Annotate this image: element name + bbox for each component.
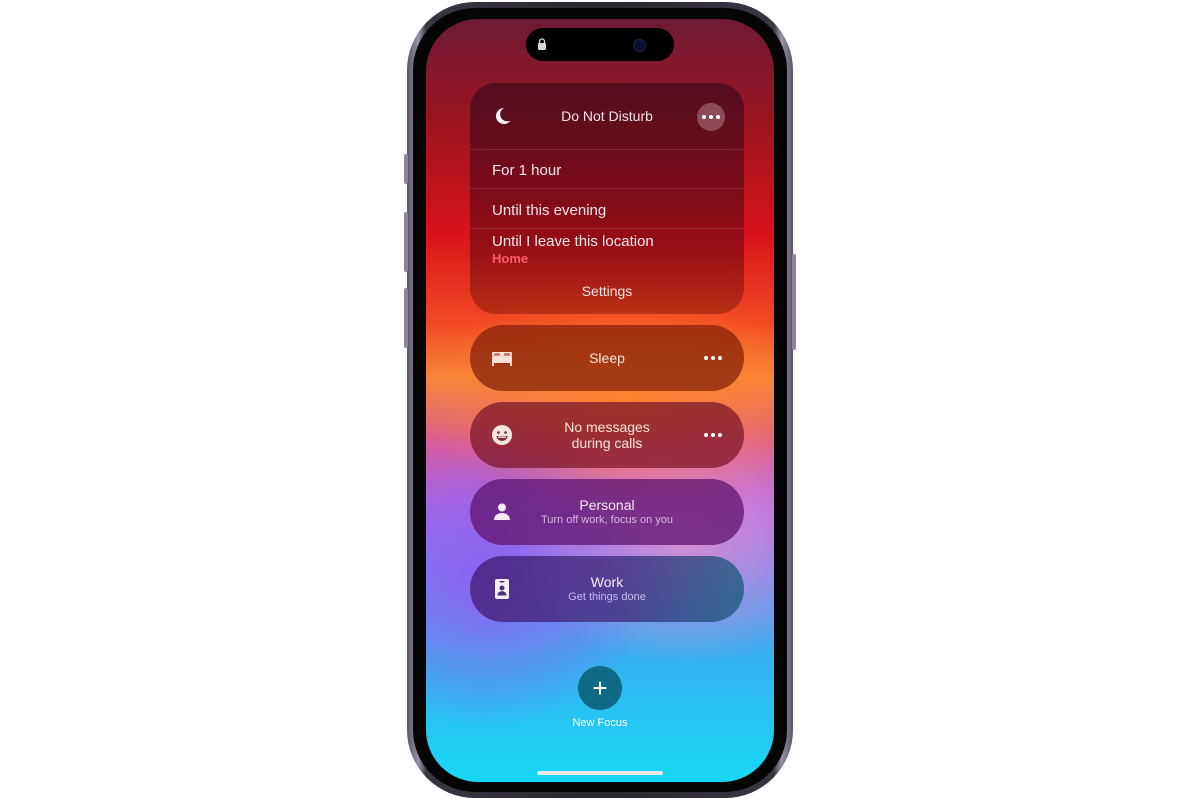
ellipsis-icon (702, 426, 724, 444)
id-badge-icon (495, 579, 509, 599)
option-label: Until this evening (492, 202, 607, 219)
volume-down-button (404, 288, 408, 348)
dnd-more-button[interactable] (697, 103, 725, 131)
phone-frame: Do Not Disturb For 1 hour Until this eve… (404, 2, 796, 798)
dynamic-island (526, 28, 674, 61)
home-indicator[interactable] (537, 771, 663, 775)
option-label: For 1 hour (492, 162, 562, 179)
lock-icon (538, 38, 546, 50)
plus-icon: + (592, 672, 608, 703)
location-name: Home (492, 251, 529, 266)
focus-title: Sleep (589, 350, 625, 366)
screen: Do Not Disturb For 1 hour Until this eve… (426, 19, 774, 782)
person-icon (494, 503, 510, 520)
action-button (404, 154, 408, 184)
focus-personal[interactable]: Personal Turn off work, focus on you (470, 479, 744, 545)
focus-label: No messages during calls (530, 402, 684, 468)
dnd-option-evening[interactable]: Until this evening (470, 188, 744, 229)
side-button (792, 254, 796, 350)
focus-title: Personal (579, 497, 635, 513)
focus-title-line2: during calls (571, 435, 643, 451)
new-focus-label: New Focus (572, 717, 628, 729)
volume-up-button (404, 212, 408, 272)
focus-no-messages-during-calls[interactable]: No messages during calls (470, 402, 744, 468)
sleep-more-button[interactable] (702, 349, 724, 367)
option-label: Until I leave this location (492, 233, 654, 250)
ellipsis-icon (702, 349, 724, 367)
front-camera (633, 39, 646, 52)
dnd-option-location[interactable]: Until I leave this location Home (470, 228, 744, 269)
dnd-header[interactable]: Do Not Disturb (470, 83, 744, 149)
focus-label: Sleep (530, 325, 684, 391)
dnd-option-1-hour[interactable]: For 1 hour (470, 149, 744, 189)
focus-title: Work (590, 574, 624, 590)
focus-subtitle: Get things done (568, 591, 646, 603)
focus-work[interactable]: Work Get things done (470, 556, 744, 622)
focus-label: Personal Turn off work, focus on you (530, 479, 684, 545)
new-focus-button[interactable]: + (578, 666, 622, 710)
dnd-settings-button[interactable]: Settings (470, 283, 744, 299)
focus-title-line1: No messages (564, 419, 650, 435)
no-messages-more-button[interactable] (702, 426, 724, 444)
focus-sleep[interactable]: Sleep (470, 325, 744, 391)
focus-label: Work Get things done (530, 556, 684, 622)
dnd-card: Do Not Disturb For 1 hour Until this eve… (470, 83, 744, 314)
bed-icon (492, 352, 512, 366)
ellipsis-icon (697, 103, 725, 131)
focus-subtitle: Turn off work, focus on you (540, 514, 674, 526)
smiley-icon (492, 425, 512, 445)
